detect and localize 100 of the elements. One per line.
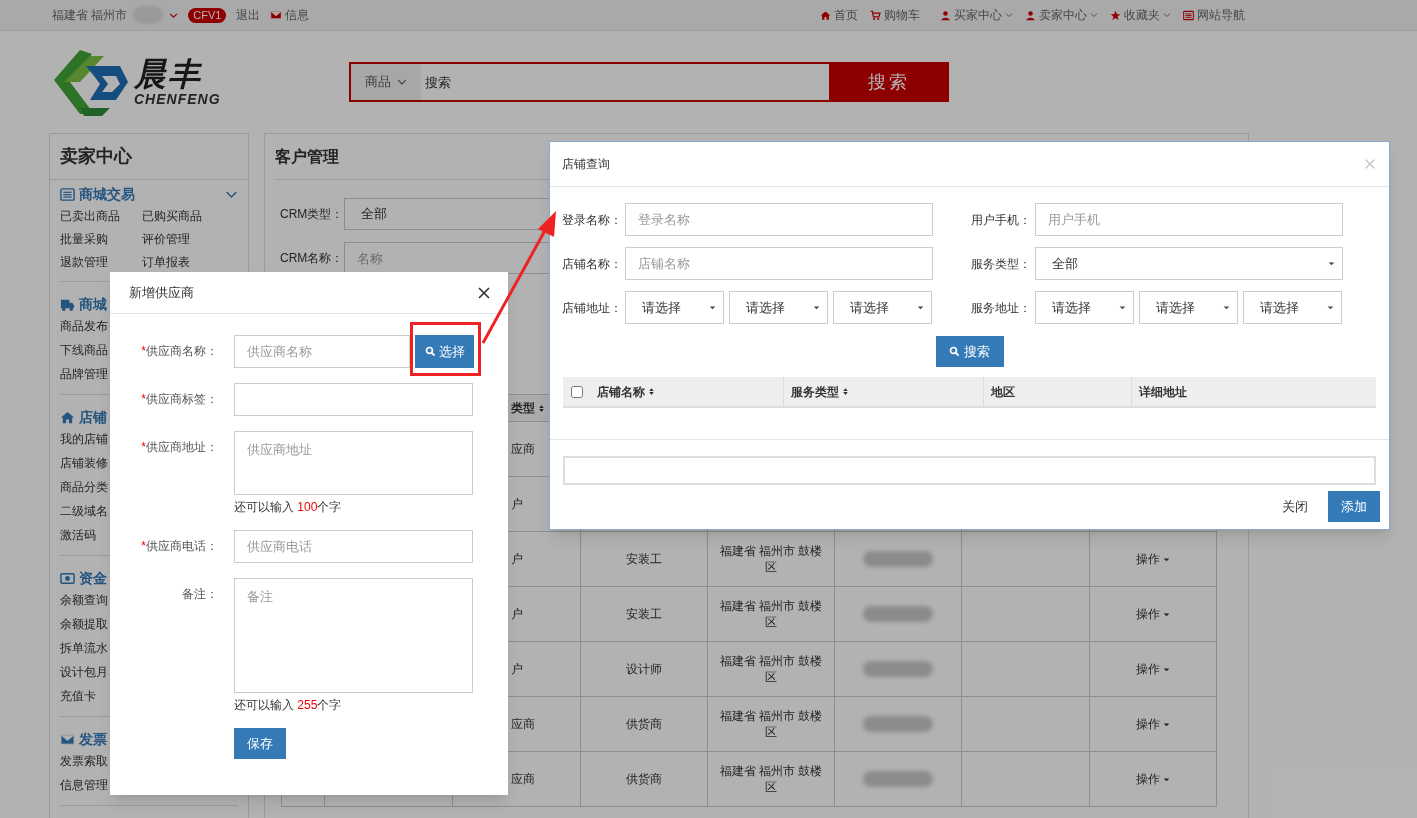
- field-label: 备注：: [181, 586, 218, 603]
- select-field[interactable]: 请选择: [833, 291, 932, 324]
- field-label: 服务类型：: [971, 255, 1032, 273]
- column-header[interactable]: 类型: [511, 399, 546, 417]
- table-cell-text: 供货商: [626, 716, 662, 733]
- close-link[interactable]: 关闭: [1282, 496, 1308, 517]
- action-dropdown[interactable]: 操作: [1135, 550, 1171, 568]
- search-field[interactable]: 搜索: [421, 62, 829, 102]
- select-field[interactable]: 请选择: [1139, 291, 1238, 324]
- sidebar-link[interactable]: 已卖出商品: [60, 206, 142, 225]
- text-field[interactable]: 登录名称: [625, 203, 933, 236]
- search-icon: [424, 346, 436, 357]
- location-text: 福建省 福州市: [52, 7, 128, 24]
- field-label: *供应商标签：: [140, 391, 218, 408]
- column-header[interactable]: 服务类型: [791, 382, 850, 401]
- star-icon: [1110, 9, 1121, 21]
- table-cell-text: 安装工: [626, 551, 662, 568]
- sidebar-title: 卖家中心: [50, 134, 248, 180]
- banknote-icon: [60, 570, 75, 586]
- checkbox[interactable]: [570, 385, 583, 398]
- nav-link[interactable]: 买家中心: [940, 6, 1013, 24]
- save-button[interactable]: 保存: [234, 728, 286, 759]
- nav-link[interactable]: 首页: [820, 6, 858, 24]
- action-dropdown[interactable]: 操作: [1135, 770, 1171, 788]
- panel-title: 客户管理: [275, 146, 339, 167]
- text-field[interactable]: 用户手机: [1035, 203, 1343, 236]
- action-dropdown[interactable]: 操作: [1135, 715, 1171, 733]
- blurred-text: [863, 771, 933, 787]
- char-count-hint: 还可以输入 100个字: [234, 499, 343, 515]
- home-icon: [820, 9, 831, 21]
- search-button[interactable]: 搜索: [829, 62, 949, 102]
- section-title[interactable]: 发票: [60, 728, 107, 750]
- table-cell: 福建省 福州市 鼓楼区: [718, 708, 824, 740]
- text-field[interactable]: 店铺名称: [625, 247, 933, 280]
- select-field[interactable]: 请选择: [625, 291, 724, 324]
- table-cell-text: 设计师: [626, 661, 662, 678]
- table-cell-text: 安装工: [626, 606, 662, 623]
- field-label: *供应商名称：: [140, 343, 218, 360]
- envelope-icon: [270, 9, 283, 21]
- logo-subtext: CHENFENG: [134, 92, 221, 106]
- action-dropdown[interactable]: 操作: [1135, 660, 1171, 678]
- select-field[interactable]: 请选择: [1035, 291, 1134, 324]
- table-cell: 福建省 福州市 鼓楼区: [718, 653, 824, 685]
- list-icon: [60, 186, 75, 202]
- user-icon: [940, 9, 951, 21]
- field-label: 店铺名称：: [562, 255, 623, 273]
- table-cell: 福建省 福州市 鼓楼区: [718, 598, 824, 630]
- caret-down-icon: [1118, 303, 1127, 312]
- text-area[interactable]: 备注: [234, 578, 473, 693]
- blurred-text: [863, 606, 933, 622]
- field-label: *供应商地址：: [140, 439, 218, 456]
- char-count-hint: 还可以输入 255个字: [234, 697, 343, 713]
- section-title[interactable]: 商城交易: [60, 183, 135, 205]
- caret-down-icon: [916, 303, 925, 312]
- column-header: 地区: [991, 383, 1015, 401]
- table-cell-text: 户: [511, 606, 523, 623]
- field-label: 店铺地址：: [562, 299, 623, 317]
- level-badge: CFV1: [188, 7, 227, 23]
- close-button[interactable]: [476, 284, 492, 301]
- sidebar-link[interactable]: 批量采购: [60, 229, 142, 248]
- column-header: 详细地址: [1139, 383, 1187, 401]
- sidebar-link[interactable]: 退款管理: [60, 252, 142, 271]
- category-select[interactable]: 商品: [349, 62, 421, 102]
- select-field[interactable]: 全部: [1035, 247, 1343, 280]
- column-header[interactable]: 店铺名称: [597, 382, 656, 401]
- text-field[interactable]: [563, 456, 1376, 485]
- action-dropdown[interactable]: 操作: [1135, 605, 1171, 623]
- table-cell-text: 应商: [511, 716, 535, 733]
- nav-link[interactable]: 收藏夹: [1110, 6, 1171, 24]
- nav-link[interactable]: 卖家中心: [1025, 6, 1098, 24]
- caret-down-icon: [1327, 259, 1336, 268]
- blurred-text: [863, 716, 933, 732]
- user-icon: [1025, 9, 1036, 21]
- text-area[interactable]: 供应商地址: [234, 431, 473, 495]
- section-title[interactable]: 店铺: [60, 406, 107, 428]
- sidebar-link[interactable]: 已购买商品: [142, 206, 224, 225]
- logo-text: 晨丰: [134, 58, 203, 90]
- sidebar-link[interactable]: 订单报表: [142, 252, 224, 271]
- text-field[interactable]: 供应商电话: [234, 530, 473, 563]
- select-button[interactable]: 选择: [415, 335, 474, 368]
- select-field[interactable]: 请选择: [1243, 291, 1342, 324]
- highlight-frame: [410, 322, 481, 376]
- text-field[interactable]: 供应商名称: [234, 335, 410, 368]
- nav-link[interactable]: 网站导航: [1183, 6, 1245, 24]
- section-title[interactable]: 商城: [60, 293, 107, 315]
- table-cell-text: 户: [511, 496, 523, 513]
- text-field[interactable]: [234, 383, 473, 416]
- dialog-title: 店铺查询: [562, 156, 610, 173]
- logo[interactable]: 晨丰 CHENFENG: [50, 46, 240, 118]
- table-cell: 福建省 福州市 鼓楼区: [718, 543, 824, 575]
- sidebar-link[interactable]: 评价管理: [142, 229, 224, 248]
- top-link[interactable]: 信息: [270, 6, 310, 24]
- top-link[interactable]: 退出: [236, 6, 261, 24]
- search-button[interactable]: 搜索: [935, 336, 1004, 367]
- field-label: 登录名称：: [562, 211, 623, 229]
- section-title[interactable]: 资金: [60, 567, 107, 589]
- add-button[interactable]: 添加: [1328, 491, 1380, 522]
- nav-link[interactable]: 购物车: [870, 6, 920, 24]
- select-field[interactable]: 请选择: [729, 291, 828, 324]
- chevron-down-icon: [169, 10, 179, 20]
